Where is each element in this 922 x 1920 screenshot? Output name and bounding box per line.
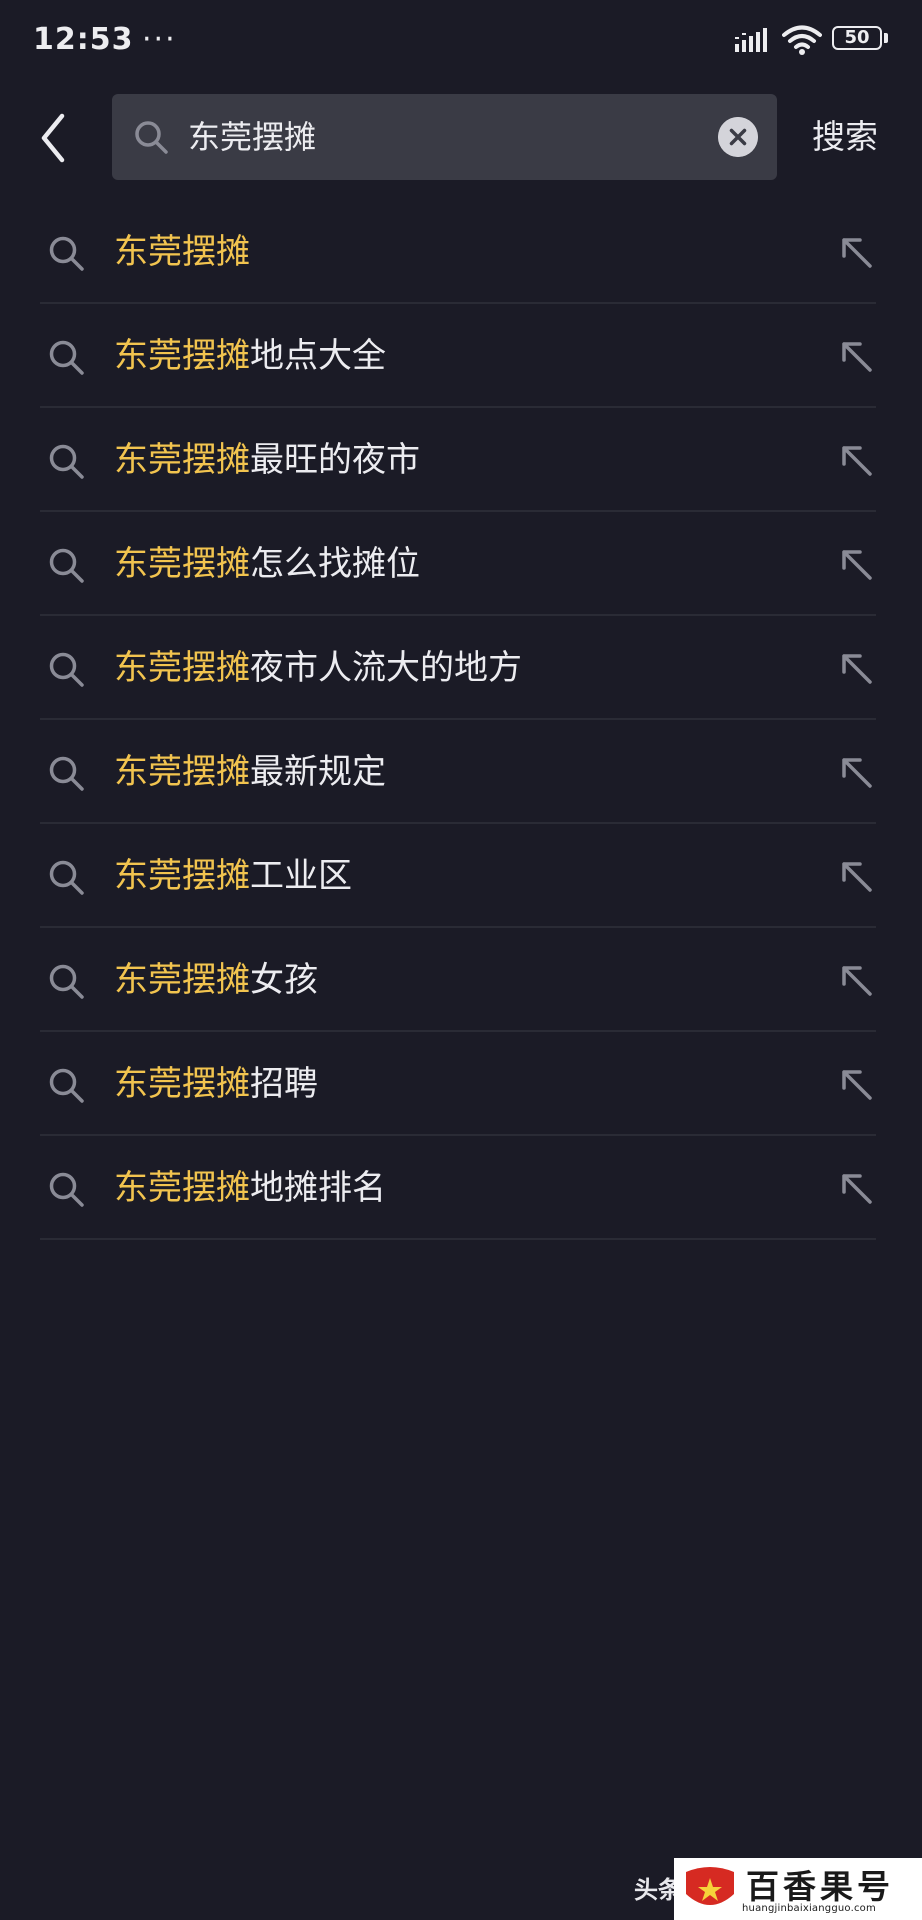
- watermark-brand: 百香果号: [746, 1867, 894, 1906]
- battery-icon: 50: [832, 26, 892, 54]
- suggestion-rest: 地点大全: [250, 336, 386, 376]
- suggestion-item[interactable]: 东莞摆摊女孩: [0, 928, 922, 1032]
- arrow-up-left-icon[interactable]: [836, 648, 876, 688]
- watermark-url: huangjinbaixiangguo.com: [742, 1903, 876, 1914]
- suggestion-text: 东莞摆摊工业区: [114, 852, 352, 900]
- search-icon: [49, 964, 84, 999]
- suggestion-highlight: 东莞摆摊: [114, 1064, 250, 1104]
- suggestion-rest: 工业区: [250, 856, 352, 896]
- suggestion-text: 东莞摆摊女孩: [114, 956, 318, 1004]
- search-icon: [49, 340, 84, 375]
- clear-button[interactable]: [718, 117, 758, 157]
- back-button[interactable]: [30, 108, 78, 168]
- search-icon: [49, 652, 84, 687]
- suggestion-rest: 女孩: [250, 960, 318, 1000]
- notification-dots: ···: [142, 22, 177, 57]
- suggestion-highlight: 东莞摆摊: [114, 752, 250, 792]
- suggestion-rest: 夜市人流大的地方: [250, 648, 522, 688]
- arrow-up-left-icon[interactable]: [836, 752, 876, 792]
- arrow-up-left-icon[interactable]: [836, 544, 876, 584]
- suggestion-text: 东莞摆摊: [114, 228, 250, 276]
- suggestion-highlight: 东莞摆摊: [114, 544, 250, 584]
- arrow-up-left-icon[interactable]: [836, 336, 876, 376]
- suggestion-highlight: 东莞摆摊: [114, 960, 250, 1000]
- suggestion-text: 东莞摆摊招聘: [114, 1060, 318, 1108]
- suggestion-list: 东莞摆摊 东莞摆摊地点大全 东莞摆摊最旺的夜市 东莞摆摊怎么找摊位 东莞摆摊夜市…: [0, 200, 922, 1240]
- wifi-icon: [782, 25, 822, 55]
- status-bar: 12:53 ··· 50: [0, 0, 922, 84]
- suggestion-item[interactable]: 东莞摆摊: [0, 200, 922, 304]
- search-icon: [49, 236, 84, 271]
- suggestion-highlight: 东莞摆摊: [114, 856, 250, 896]
- suggestion-highlight: 东莞摆摊: [114, 648, 250, 688]
- search-icon: [49, 860, 84, 895]
- suggestion-text: 东莞摆摊最新规定: [114, 748, 386, 796]
- watermark: 头条 百香果号 huangjinbaixiangguo.com: [634, 1858, 922, 1920]
- arrow-up-left-icon[interactable]: [836, 856, 876, 896]
- suggestion-highlight: 东莞摆摊: [114, 1168, 250, 1208]
- signal-icon: [735, 28, 767, 52]
- search-icon: [49, 1068, 84, 1103]
- suggestion-item[interactable]: 东莞摆摊怎么找摊位: [0, 512, 922, 616]
- arrow-up-left-icon[interactable]: [836, 1168, 876, 1208]
- suggestion-item[interactable]: 东莞摆摊最新规定: [0, 720, 922, 824]
- suggestion-text: 东莞摆摊地摊排名: [114, 1164, 386, 1212]
- suggestion-rest: 地摊排名: [250, 1168, 386, 1208]
- suggestion-highlight: 东莞摆摊: [114, 440, 250, 480]
- suggestion-rest: 最新规定: [250, 752, 386, 792]
- search-icon: [49, 548, 84, 583]
- search-box[interactable]: [112, 94, 777, 180]
- suggestion-highlight: 东莞摆摊: [114, 232, 250, 272]
- search-icon: [49, 756, 84, 791]
- search-submit-button[interactable]: 搜索: [812, 110, 878, 158]
- search-input[interactable]: [188, 94, 688, 180]
- arrow-up-left-icon[interactable]: [836, 1064, 876, 1104]
- suggestion-text: 东莞摆摊夜市人流大的地方: [114, 644, 522, 692]
- arrow-up-left-icon[interactable]: [836, 960, 876, 1000]
- battery-tip: [884, 33, 888, 43]
- suggestion-highlight: 东莞摆摊: [114, 336, 250, 376]
- suggestion-item[interactable]: 东莞摆摊地点大全: [0, 304, 922, 408]
- suggestion-item[interactable]: 东莞摆摊招聘: [0, 1032, 922, 1136]
- suggestion-text: 东莞摆摊最旺的夜市: [114, 436, 420, 484]
- search-icon: [135, 121, 168, 154]
- suggestion-item[interactable]: 东莞摆摊夜市人流大的地方: [0, 616, 922, 720]
- suggestion-rest: 最旺的夜市: [250, 440, 420, 480]
- chevron-left-icon: [41, 113, 65, 163]
- status-time: 12:53: [33, 22, 134, 57]
- arrow-up-left-icon[interactable]: [836, 440, 876, 480]
- search-icon: [49, 444, 84, 479]
- suggestion-item[interactable]: 东莞摆摊地摊排名: [0, 1136, 922, 1240]
- suggestion-text: 东莞摆摊怎么找摊位: [114, 540, 420, 588]
- search-icon: [49, 1172, 84, 1207]
- watermark-panel: 百香果号 huangjinbaixiangguo.com: [674, 1858, 922, 1920]
- suggestion-rest: 招聘: [250, 1064, 318, 1104]
- suggestion-item[interactable]: 东莞摆摊最旺的夜市: [0, 408, 922, 512]
- suggestion-item[interactable]: 东莞摆摊工业区: [0, 824, 922, 928]
- suggestion-rest: 怎么找摊位: [250, 544, 420, 584]
- watermark-logo-icon: [686, 1867, 734, 1905]
- suggestion-text: 东莞摆摊地点大全: [114, 332, 386, 380]
- divider: [40, 1238, 876, 1240]
- arrow-up-left-icon[interactable]: [836, 232, 876, 272]
- battery-level: 50: [832, 26, 882, 50]
